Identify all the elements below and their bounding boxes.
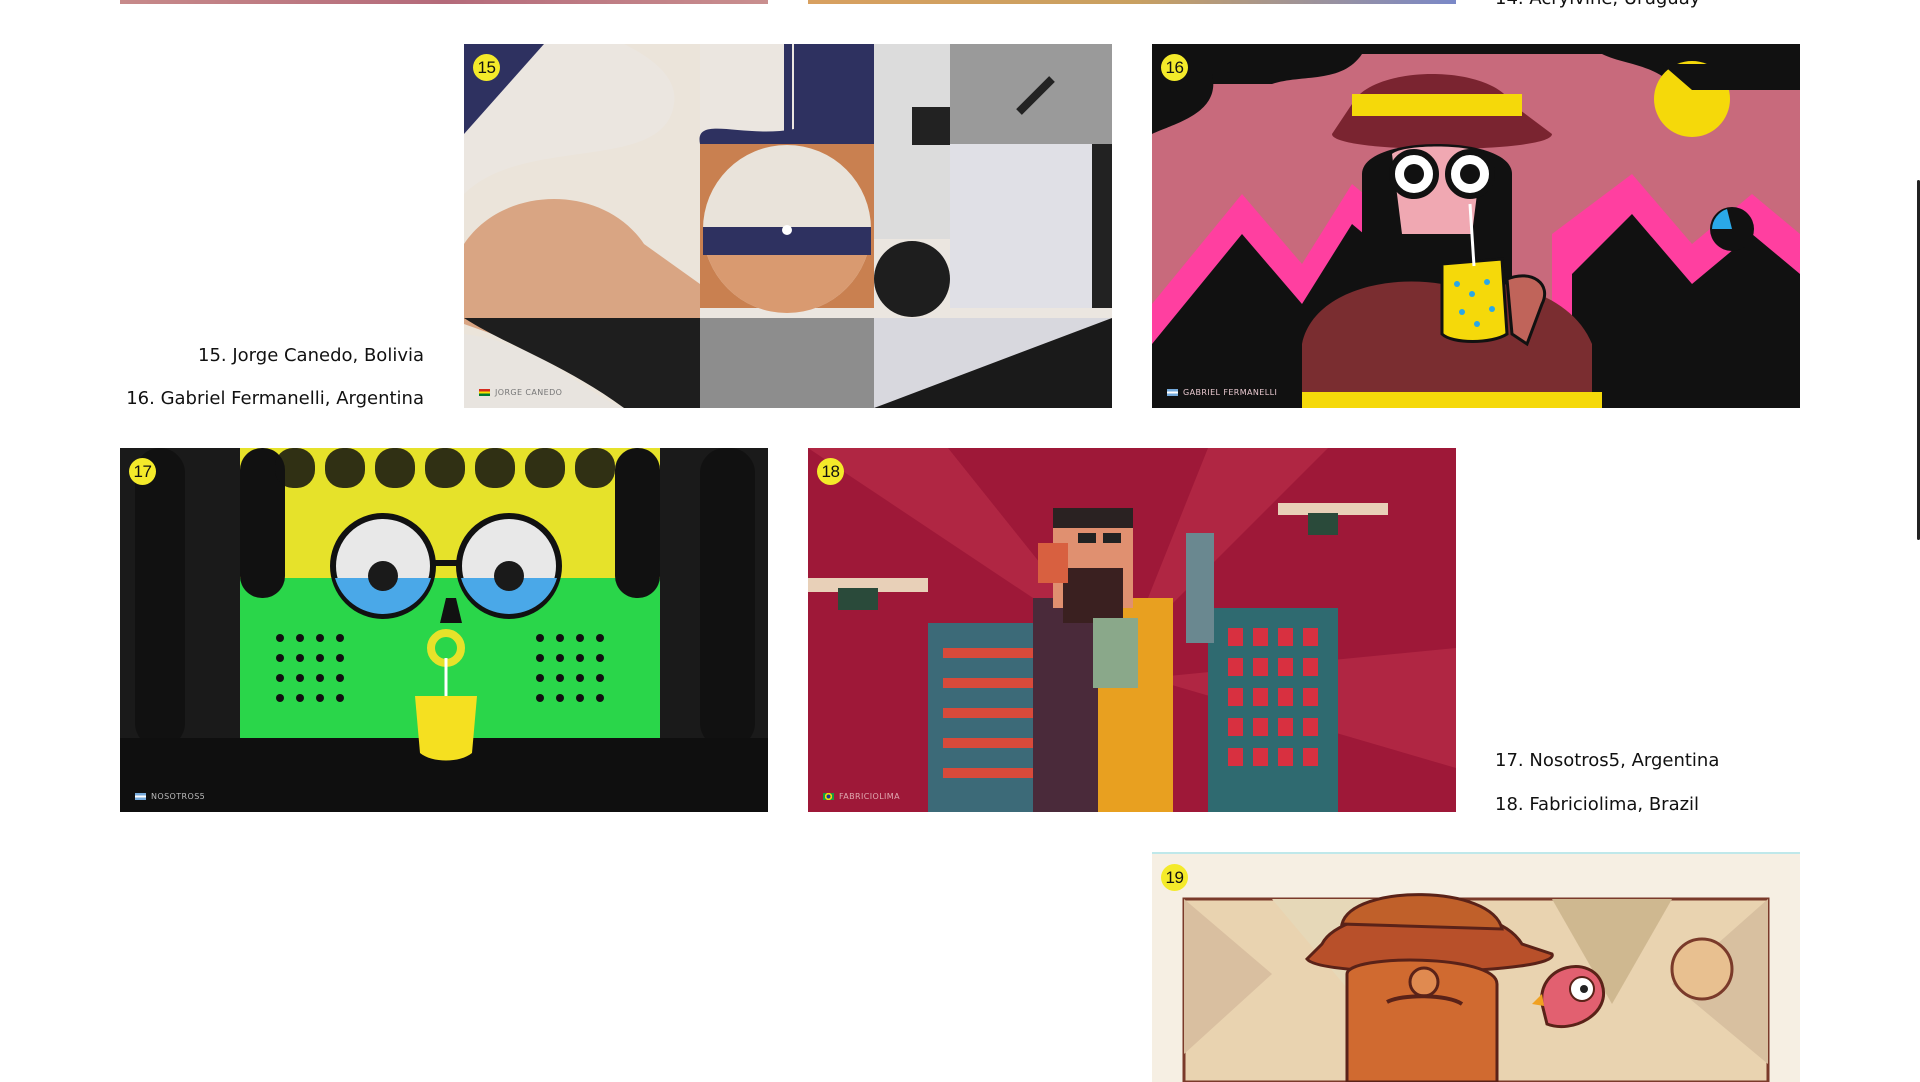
- artwork-14-bottom-strip[interactable]: [808, 0, 1456, 4]
- argentina-flag-icon: [1167, 389, 1178, 396]
- artwork-16[interactable]: 16 GABRIEL FERMANELLI: [1152, 44, 1800, 408]
- argentina-flag-icon: [135, 793, 146, 800]
- caption-15: 15. Jorge Canedo, Bolivia: [198, 345, 424, 366]
- artwork-15[interactable]: 15 JORGE CANEDO: [464, 44, 1112, 408]
- artwork-number-badge: 19: [1161, 864, 1188, 891]
- artwork-19[interactable]: 19: [1152, 852, 1800, 1082]
- caption-18: 18. Fabriciolima, Brazil: [1495, 794, 1700, 815]
- artist-credit: JORGE CANEDO: [479, 388, 562, 397]
- caption-14: 14. Acrylvine, Uruguay: [1495, 0, 1700, 9]
- artwork-number-badge: 17: [129, 458, 156, 485]
- artist-credit-text: JORGE CANEDO: [495, 388, 563, 397]
- bolivia-flag-icon: [479, 389, 490, 396]
- artwork-number-badge: 18: [817, 458, 844, 485]
- artist-credit: GABRIEL FERMANELLI: [1167, 388, 1277, 397]
- artwork-13-bottom-strip[interactable]: [120, 0, 768, 4]
- artwork-number-badge: 16: [1161, 54, 1188, 81]
- artwork-16-image: [1152, 44, 1800, 408]
- artwork-number-badge: 15: [473, 54, 500, 81]
- artwork-18[interactable]: 18 FABRICIOLIMA: [808, 448, 1456, 812]
- artwork-18-image: [808, 448, 1456, 812]
- artist-credit-text: GABRIEL FERMANELLI: [1183, 388, 1278, 397]
- caption-17: 17. Nosotros5, Argentina: [1495, 750, 1720, 771]
- artist-credit: FABRICIOLIMA: [823, 792, 900, 801]
- artwork-17[interactable]: 17 NOSOTROS5: [120, 448, 768, 812]
- artist-credit-text: FABRICIOLIMA: [839, 792, 900, 801]
- brazil-flag-icon: [823, 793, 834, 800]
- caption-16: 16. Gabriel Fermanelli, Argentina: [126, 388, 424, 409]
- artwork-17-image: [120, 448, 768, 812]
- artist-credit-text: NOSOTROS5: [151, 792, 206, 801]
- artwork-15-image: [464, 44, 1112, 408]
- artist-credit: NOSOTROS5: [135, 792, 205, 801]
- artwork-19-image: [1152, 854, 1800, 1082]
